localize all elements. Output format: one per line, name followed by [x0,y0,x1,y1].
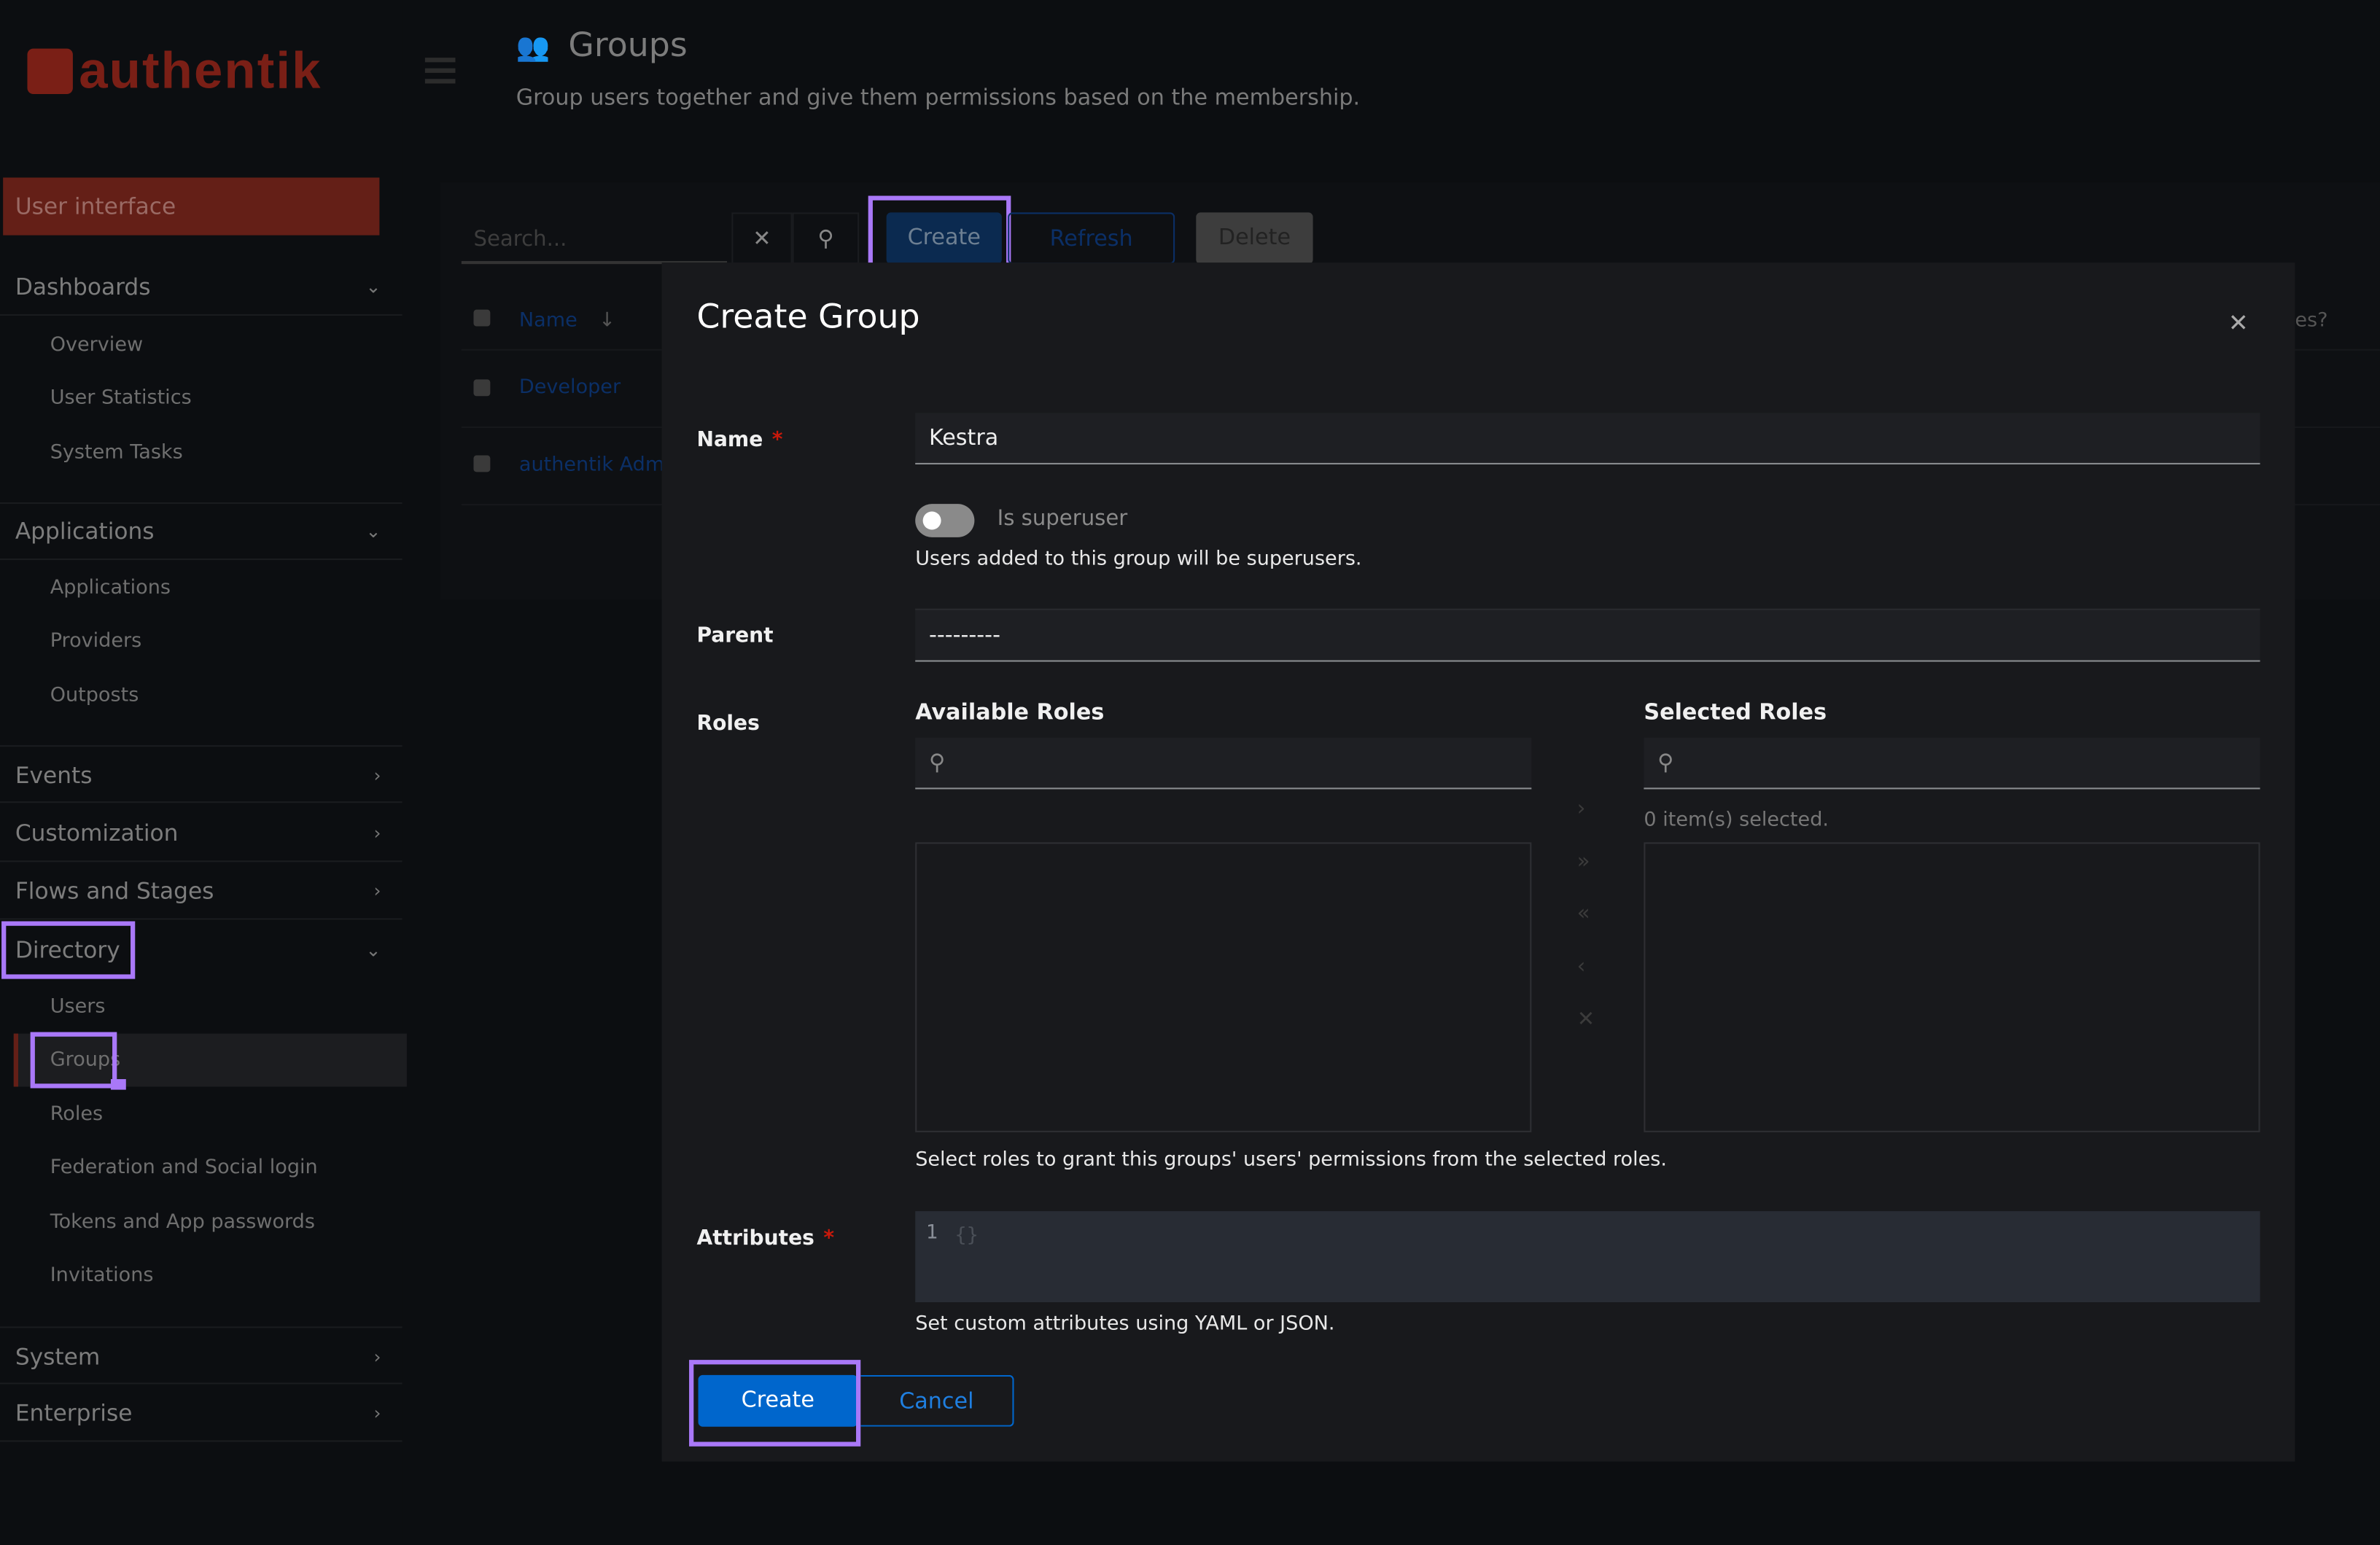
selected-roles-list[interactable] [1644,842,2260,1132]
authentik-logo[interactable]: authentik [27,42,322,101]
section-label: Flows and Stages [15,877,214,905]
line-number: 1 [925,1221,938,1245]
clear-search-icon[interactable]: ✕ [731,212,793,265]
search-icon: ⚲ [928,751,946,776]
section-label: Events [15,761,93,790]
sidebar-item-applications[interactable]: Applications [50,577,171,599]
refresh-button[interactable]: Refresh [1008,212,1175,265]
sidebar-item-users[interactable]: Users [50,996,106,1019]
name-input[interactable]: Kestra [915,413,2260,464]
highlight-box [689,1360,861,1447]
editor-content: {} [954,1224,979,1248]
add-all-icon[interactable]: » [1577,850,1590,874]
modal-title: Create Group [696,299,920,338]
remove-all-icon[interactable]: « [1577,901,1590,925]
sidebar-item-providers[interactable]: Providers [50,630,142,653]
row-checkbox[interactable] [473,379,491,397]
sort-arrow-icon: ↓ [599,309,615,332]
logo-text: authentik [79,42,322,101]
highlight-box [1,921,136,979]
add-selected-icon[interactable]: › [1577,797,1586,821]
selected-count: 0 item(s) selected. [1644,809,1829,832]
sidebar-item-tokens[interactable]: Tokens and App passwords [50,1211,315,1234]
selected-roles-title: Selected Roles [1644,701,1827,726]
chevron-right-icon: › [373,765,381,787]
attributes-editor[interactable]: 1 {} [915,1211,2260,1303]
sidebar-item-system-tasks[interactable]: System Tasks [50,442,183,464]
parent-label: Parent [696,623,774,648]
clear-icon[interactable]: ✕ [1577,1008,1595,1032]
row-checkbox[interactable] [473,455,491,472]
required-marker: * [771,428,783,453]
group-link[interactable]: Developer [519,376,621,399]
search-icon[interactable]: ⚲ [792,212,860,265]
chevron-right-icon: › [373,822,381,844]
delete-button[interactable]: Delete [1196,212,1313,265]
name-label-text: Name [696,428,763,453]
section-label: Dashboards [15,273,151,301]
close-icon[interactable]: ✕ [2228,308,2249,338]
column-header-name[interactable]: Name ↓ [519,310,615,332]
users-icon: 👥 [516,31,551,64]
chevron-right-icon: › [373,880,381,902]
page-subtitle: Group users together and give them permi… [516,86,1361,111]
search-icon: ⚲ [1657,751,1674,776]
selected-roles-search[interactable]: ⚲ [1644,737,2260,790]
sidebar-item-outposts[interactable]: Outposts [50,685,139,707]
hamburger-menu-icon[interactable] [424,58,456,90]
roles-help: Select roles to grant this groups' users… [915,1148,1667,1172]
sidebar-item-federation[interactable]: Federation and Social login [50,1156,318,1179]
available-roles-title: Available Roles [915,701,1105,726]
parent-select[interactable]: --------- [915,608,2260,662]
superuser-help: Users added to this group will be superu… [915,548,1362,571]
name-label: Name * [696,428,782,452]
user-interface-button[interactable]: User interface [3,177,380,236]
sidebar-item-overview[interactable]: Overview [50,334,143,357]
highlight-box [30,1032,117,1089]
available-roles-list[interactable] [915,842,1532,1132]
attributes-label: Attributes * [696,1226,834,1250]
required-marker: * [823,1226,835,1251]
superuser-toggle[interactable] [915,504,975,537]
sidebar-section-dashboards[interactable]: Dashboards ⌄ [0,258,402,316]
chevron-down-icon: ⌄ [365,939,381,961]
sidebar-section-applications[interactable]: Applications ⌄ [0,502,402,561]
remove-selected-icon[interactable]: ‹ [1577,954,1586,978]
create-group-modal: Create Group ✕ Name * Kestra Is superuser… [661,262,2295,1462]
sidebar-section-enterprise[interactable]: Enterprise › [0,1384,402,1442]
roles-label: Roles [696,712,760,736]
superuser-label: Is superuser [997,507,1128,532]
sidebar-item-roles[interactable]: Roles [50,1103,103,1126]
group-link[interactable]: authentik Admin [519,454,662,476]
search-input[interactable]: Search... [461,212,728,265]
sidebar-section-flows-and-stages[interactable]: Flows and Stages › [0,862,402,920]
page-title: 👥 Groups [516,27,688,65]
sidebar-section-events[interactable]: Events › [0,745,402,803]
column-header-partial: es? [2295,309,2328,332]
section-label: Applications [15,517,155,545]
page-title-text: Groups [568,27,688,66]
chevron-down-icon: ⌄ [365,276,381,297]
sidebar-item-invitations[interactable]: Invitations [50,1264,154,1287]
select-all-checkbox[interactable] [473,309,491,327]
sidebar-item-user-statistics[interactable]: User Statistics [50,387,192,410]
column-name-label: Name [518,309,578,332]
chevron-down-icon: ⌄ [365,520,381,542]
available-roles-search[interactable]: ⚲ [915,737,1532,790]
section-label: Enterprise [15,1399,133,1427]
section-label: System [15,1343,101,1371]
sidebar: authentik User interface Dashboards ⌄ Ove… [0,0,407,1545]
sidebar-section-system[interactable]: System › [0,1326,402,1385]
attributes-label-text: Attributes [696,1226,814,1251]
attributes-help: Set custom attributes using YAML or JSON… [915,1312,1335,1336]
cancel-button[interactable]: Cancel [860,1374,1014,1427]
sidebar-section-customization[interactable]: Customization › [0,804,402,863]
chevron-right-icon: › [373,1402,381,1424]
chevron-right-icon: › [373,1346,381,1368]
section-label: Customization [15,820,179,847]
